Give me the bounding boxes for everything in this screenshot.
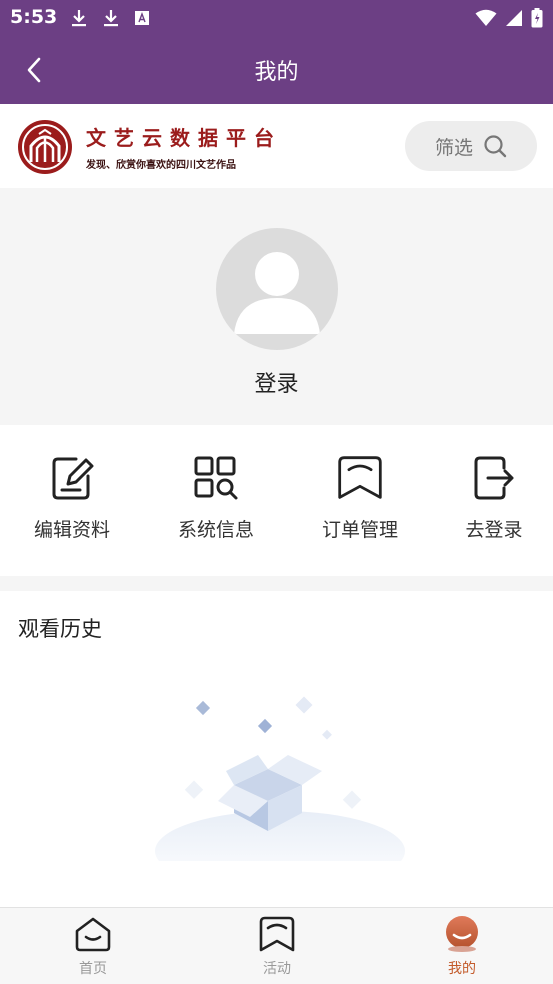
filter-label: 筛选 bbox=[434, 136, 473, 159]
tab-activity[interactable]: 活动 bbox=[217, 914, 337, 978]
grid-search-icon bbox=[194, 456, 238, 500]
menu-item-system-info[interactable]: 系统信息 bbox=[156, 453, 276, 542]
profile-icon bbox=[446, 916, 478, 952]
menu-row: 编辑资料 系统信息 订单管理 去登录 bbox=[0, 425, 553, 576]
brand-name: 文艺云数据平台 bbox=[86, 126, 282, 150]
menu-label: 系统信息 bbox=[177, 519, 254, 541]
tab-mine[interactable]: 我的 bbox=[402, 914, 522, 978]
wifi-icon bbox=[475, 9, 497, 26]
bookmark-icon bbox=[338, 456, 382, 499]
text-notification-icon bbox=[135, 11, 149, 25]
app-bar: 我的 bbox=[0, 36, 553, 104]
tab-label: 首页 bbox=[79, 961, 107, 977]
profile-section: 登录 bbox=[0, 188, 553, 425]
watch-history-section: 观看历史 bbox=[0, 591, 553, 907]
brand-header: 文艺云数据平台 发现、欣赏你喜欢的四川文艺作品 筛选 bbox=[0, 104, 553, 188]
battery-icon bbox=[531, 8, 543, 28]
status-time: 5:53 bbox=[10, 6, 58, 28]
signal-icon bbox=[506, 10, 522, 26]
section-title: 观看历史 bbox=[18, 617, 102, 641]
tab-home[interactable]: 首页 bbox=[33, 914, 153, 978]
tab-label: 活动 bbox=[263, 961, 291, 977]
menu-label: 订单管理 bbox=[321, 519, 398, 541]
download-icon bbox=[104, 10, 118, 27]
home-icon bbox=[75, 917, 111, 952]
page-title: 我的 bbox=[254, 60, 299, 85]
download-icon bbox=[72, 10, 86, 27]
status-bar: 5:53 bbox=[0, 0, 553, 36]
menu-label: 编辑资料 bbox=[33, 519, 110, 541]
menu-item-edit-profile[interactable]: 编辑资料 bbox=[12, 453, 132, 542]
brand-slogan: 发现、欣赏你喜欢的四川文艺作品 bbox=[86, 160, 236, 171]
logo bbox=[18, 120, 72, 174]
menu-label: 去登录 bbox=[465, 519, 523, 541]
menu-item-go-login[interactable]: 去登录 bbox=[434, 453, 553, 542]
menu-item-order-management[interactable]: 订单管理 bbox=[300, 453, 420, 542]
avatar[interactable] bbox=[216, 228, 338, 350]
search-icon bbox=[484, 135, 507, 158]
login-icon bbox=[474, 456, 514, 500]
activity-icon bbox=[259, 916, 295, 952]
tab-label: 我的 bbox=[448, 961, 476, 977]
brand-text: 文艺云数据平台 发现、欣赏你喜欢的四川文艺作品 bbox=[86, 122, 282, 171]
bottom-tab-bar: 首页 活动 我的 bbox=[0, 907, 553, 984]
empty-box-illustration bbox=[155, 696, 405, 861]
filter-button[interactable]: 筛选 bbox=[405, 121, 537, 171]
edit-icon bbox=[52, 457, 94, 500]
notification-icons bbox=[70, 8, 150, 28]
user-icon bbox=[234, 252, 320, 334]
system-status-icons bbox=[475, 8, 543, 28]
login-link[interactable]: 登录 bbox=[0, 366, 553, 398]
